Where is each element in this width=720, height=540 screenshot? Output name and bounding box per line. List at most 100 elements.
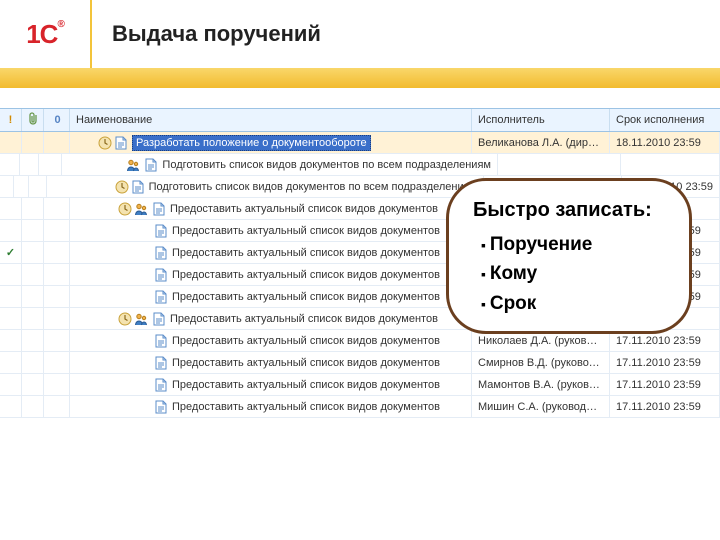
- cell-name: Предоставить актуальный список видов док…: [70, 286, 472, 307]
- row-name-text: Разработать положение о документообороте: [132, 135, 371, 151]
- table-row[interactable]: Разработать положение о документообороте…: [0, 132, 720, 154]
- grid-header: ! 0 Наименование Исполнитель Срок исполн…: [0, 108, 720, 132]
- cell-tree: [44, 220, 70, 241]
- table-row[interactable]: Предоставить актуальный список видов док…: [0, 374, 720, 396]
- row-name-text: Предоставить актуальный список видов док…: [172, 357, 440, 369]
- document-icon: [155, 356, 169, 370]
- document-icon: [155, 378, 169, 392]
- row-name-text: Предоставить актуальный список видов док…: [172, 247, 440, 259]
- cell-tree: [44, 352, 70, 373]
- cell-attach: [22, 286, 44, 307]
- document-icon: [155, 400, 169, 414]
- cell-attach: [22, 374, 44, 395]
- document-icon: [153, 312, 167, 326]
- cell-executor: Мамонтов В.А. (руководит...: [472, 374, 610, 395]
- cell-mark: [0, 374, 22, 395]
- cell-tree: [44, 242, 70, 263]
- document-icon: [132, 180, 146, 194]
- cell-tree: [44, 308, 70, 329]
- cell-executor: Мишин С.А. (руководитель ...: [472, 396, 610, 417]
- clock-icon: [118, 202, 132, 216]
- table-row[interactable]: Подготовить список видов документов по в…: [0, 154, 720, 176]
- cell-name: Предоставить актуальный список видов док…: [70, 220, 472, 241]
- row-name-text: Предоставить актуальный список видов док…: [172, 379, 440, 391]
- cell-mark: [0, 154, 20, 175]
- exclamation-icon: !: [9, 114, 13, 126]
- cell-tree: [44, 264, 70, 285]
- document-icon: [155, 246, 169, 260]
- document-icon: [153, 202, 167, 216]
- cell-due: 17.11.2010 23:59: [610, 374, 720, 395]
- cell-mark: [0, 330, 22, 351]
- cell-attach: [22, 220, 44, 241]
- cell-attach: [22, 264, 44, 285]
- callout-list: Поручение Кому Срок: [473, 230, 669, 318]
- column-due[interactable]: Срок исполнения: [610, 109, 720, 131]
- cell-tree: [44, 330, 70, 351]
- row-name-text: Предоставить актуальный список видов док…: [172, 225, 440, 237]
- cell-mark: [0, 220, 22, 241]
- cell-tree: [44, 374, 70, 395]
- person-icon: [126, 158, 140, 172]
- document-icon: [155, 334, 169, 348]
- row-name-text: Предоставить актуальный список видов док…: [172, 401, 440, 413]
- cell-mark: ✓: [0, 242, 22, 263]
- column-attach[interactable]: [22, 109, 44, 131]
- row-name-text: Предоставить актуальный список видов док…: [172, 269, 440, 281]
- cell-tree: [39, 154, 62, 175]
- cell-attach: [22, 396, 44, 417]
- person-icon: [134, 202, 148, 216]
- cell-mark: [0, 264, 22, 285]
- person-icon: [134, 312, 148, 326]
- check-icon: ✓: [6, 246, 15, 259]
- column-executor[interactable]: Исполнитель: [472, 109, 610, 131]
- cell-mark: [0, 198, 22, 219]
- callout-title: Быстро записать:: [473, 199, 669, 222]
- row-name-text: Подготовить список видов документов по в…: [162, 159, 491, 171]
- cell-mark: [0, 396, 22, 417]
- document-icon: [155, 268, 169, 282]
- cell-due: 18.11.2010 23:59: [610, 132, 720, 153]
- cell-name: Разработать положение о документообороте: [70, 132, 472, 153]
- spacer: [0, 88, 720, 108]
- callout-item: Срок: [481, 289, 669, 318]
- document-icon: [115, 136, 129, 150]
- cell-executor: Смирнов В.Д. (руководител...: [472, 352, 610, 373]
- cell-name: Предоставить актуальный список видов док…: [70, 308, 472, 329]
- clock-icon: [98, 136, 112, 150]
- table-row[interactable]: Предоставить актуальный список видов док…: [0, 352, 720, 374]
- row-name-text: Предоставить актуальный список видов док…: [170, 313, 438, 325]
- cell-due: 17.11.2010 23:59: [610, 396, 720, 417]
- cell-executor: Великанова Л.А. (директор ...: [472, 132, 610, 153]
- cell-tree: [29, 176, 47, 197]
- callout-item: Кому: [481, 259, 669, 288]
- row-name-text: Предоставить актуальный список видов док…: [172, 291, 440, 303]
- cell-attach: [22, 132, 44, 153]
- callout-item: Поручение: [481, 230, 669, 259]
- column-counter[interactable]: 0: [44, 109, 70, 131]
- logo: 1C®: [26, 19, 64, 50]
- cell-attach: [14, 176, 28, 197]
- row-name-text: Предоставить актуальный список видов док…: [170, 203, 438, 215]
- page-title: Выдача поручений: [112, 21, 321, 47]
- row-name-text: Предоставить актуальный список видов док…: [172, 335, 440, 347]
- cell-mark: [0, 308, 22, 329]
- cell-attach: [22, 330, 44, 351]
- cell-name: Предоставить актуальный список видов док…: [70, 396, 472, 417]
- cell-name: Предоставить актуальный список видов док…: [70, 242, 472, 263]
- table-row[interactable]: Предоставить актуальный список видов док…: [0, 396, 720, 418]
- cell-attach: [20, 154, 40, 175]
- cell-attach: [22, 198, 44, 219]
- cell-tree: [44, 198, 70, 219]
- cell-due: 17.11.2010 23:59: [610, 352, 720, 373]
- cell-attach: [22, 352, 44, 373]
- cell-tree: [44, 132, 70, 153]
- cell-attach: [22, 242, 44, 263]
- column-name[interactable]: Наименование: [70, 109, 472, 131]
- paperclip-icon: [27, 112, 39, 129]
- cell-attach: [22, 308, 44, 329]
- column-mark[interactable]: !: [0, 109, 22, 131]
- document-icon: [155, 290, 169, 304]
- cell-mark: [0, 176, 14, 197]
- cell-name: Предоставить актуальный список видов док…: [70, 198, 472, 219]
